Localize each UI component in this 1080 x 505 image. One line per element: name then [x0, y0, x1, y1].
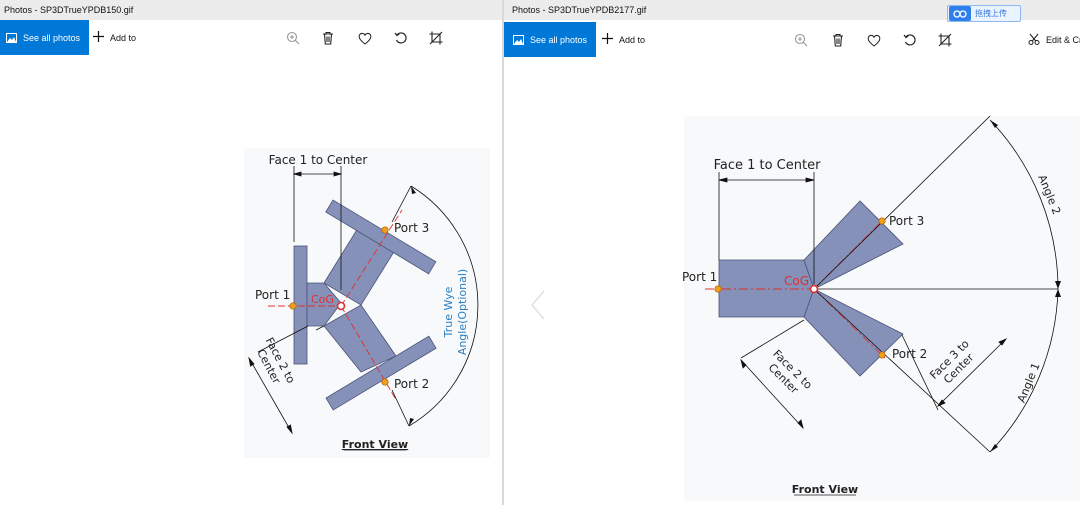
see-all-photos-button[interactable]: See all photos: [504, 22, 597, 57]
branch-port1: [718, 259, 815, 318]
add-to-label: Add to: [619, 34, 646, 45]
zoom-icon[interactable]: [282, 27, 304, 49]
face1-label: Face 1 to Center: [269, 153, 368, 167]
edit-create-label: Edit & Cr: [1046, 34, 1080, 45]
rotate-icon[interactable]: [390, 27, 412, 49]
angle-label-line2: Angle(Optional): [456, 269, 469, 355]
plus-icon: [602, 33, 613, 46]
see-all-photos-label: See all photos: [23, 32, 81, 43]
toolbar: See all photos Add to: [0, 20, 502, 56]
upload-badge-label: 拖拽上传: [975, 9, 1007, 18]
port2-label: Port 2: [892, 347, 927, 361]
toolbar: See all photos Add to Edit & Cr: [504, 22, 1080, 58]
plus-icon: [93, 31, 104, 44]
window-title: Photos - SP3DTrueYPDB150.gif: [0, 0, 502, 20]
photos-icon: [513, 34, 524, 45]
cog-label: CoG: [311, 293, 334, 306]
front-view-caption: Front View: [342, 438, 408, 451]
add-to-label: Add to: [110, 32, 137, 43]
front-view-diagram-left: Face 1 to Center Port 1 Port 3 Port 2 Co…: [244, 148, 490, 458]
port3-label: Port 3: [394, 221, 429, 235]
angle-label-line1: True Wye: [442, 286, 455, 338]
port1-label: Port 1: [682, 270, 717, 284]
add-to-button[interactable]: Add to: [93, 20, 136, 55]
chevron-left-icon: [531, 290, 545, 320]
delete-icon[interactable]: [317, 27, 339, 49]
cloud-upload-icon: [949, 6, 971, 21]
see-all-photos-button[interactable]: See all photos: [0, 20, 90, 55]
port3-label: Port 3: [889, 214, 924, 228]
photos-icon: [6, 32, 17, 43]
front-view-diagram-right: Face 1 to Center Port 1 Port 3 Port 2 Co…: [682, 116, 1080, 501]
zoom-icon[interactable]: [790, 29, 812, 51]
rotate-icon[interactable]: [899, 29, 921, 51]
upload-badge[interactable]: 拖拽上传: [947, 5, 1021, 22]
previous-photo-arrow[interactable]: [530, 290, 546, 325]
face1-label: Face 1 to Center: [714, 158, 822, 173]
photos-window-left: Photos - SP3DTrueYPDB150.gif See all pho…: [0, 0, 502, 505]
crop-icon[interactable]: [425, 27, 447, 49]
see-all-photos-label: See all photos: [530, 34, 588, 45]
heart-icon[interactable]: [863, 29, 885, 51]
port1-label: Port 1: [255, 288, 290, 302]
edit-create-button[interactable]: Edit & Cr: [1028, 22, 1080, 57]
crop-icon[interactable]: [934, 29, 956, 51]
add-to-button[interactable]: Add to: [602, 22, 645, 57]
front-view-caption: Front View: [792, 483, 858, 496]
port2-label: Port 2: [394, 377, 429, 391]
delete-icon[interactable]: [827, 29, 849, 51]
cog-label: CoG: [784, 274, 809, 288]
scissors-icon: [1028, 33, 1040, 47]
heart-icon[interactable]: [354, 27, 376, 49]
